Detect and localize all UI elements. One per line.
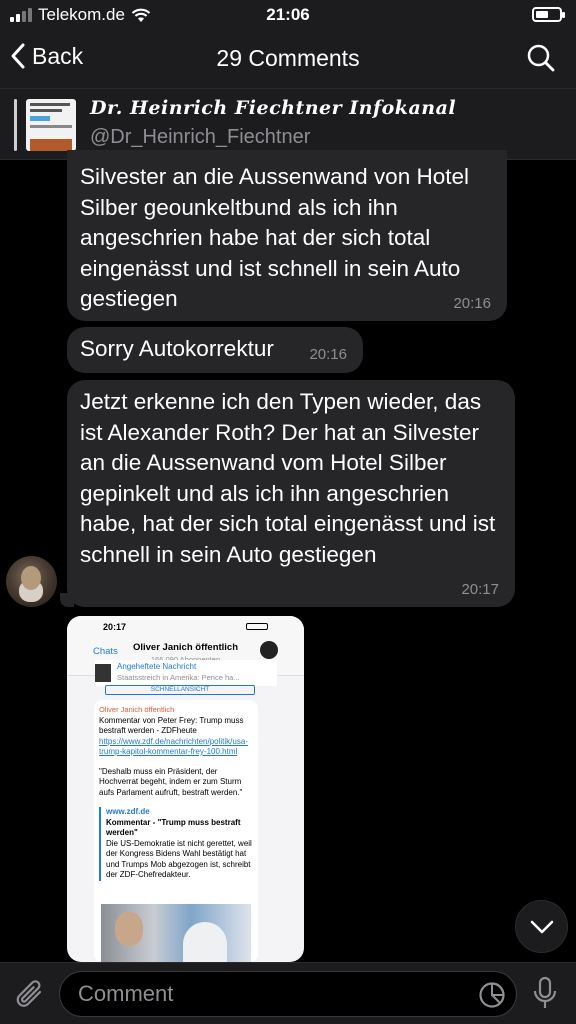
battery-icon bbox=[532, 7, 565, 22]
screenshot-button: SCHNELLANSICHT bbox=[105, 685, 255, 695]
microphone-icon bbox=[533, 976, 557, 1008]
screenshot-message: Oliver Janich öffentlich Kommentar von P… bbox=[94, 700, 258, 962]
screenshot-body: Kommentar von Peter Frey: Trump muss bes… bbox=[99, 715, 244, 736]
message-text: Jetzt erkenne ich den Typen wieder, das … bbox=[80, 389, 496, 567]
accent-bar bbox=[14, 99, 17, 151]
attach-button[interactable] bbox=[14, 977, 46, 1016]
paperclip-icon bbox=[16, 980, 42, 1007]
preview-image bbox=[101, 904, 251, 962]
status-bar: Telekom.de 21:06 bbox=[0, 0, 576, 30]
pinned-thumbnail bbox=[95, 664, 111, 682]
status-time: 21:06 bbox=[266, 5, 310, 24]
message-time: 20:16 bbox=[309, 346, 347, 363]
message-bubble[interactable]: Silvester an die Aussenwand von Hotel Si… bbox=[67, 150, 507, 321]
image-message[interactable]: 20:17 Chats Oliver Janich öffentlich 166… bbox=[67, 616, 304, 962]
channel-name: Dr. Heinrich Fiechtner Infokanal bbox=[90, 97, 457, 119]
avatar[interactable] bbox=[6, 556, 57, 607]
pinned-title: Angeheftete Nachricht bbox=[117, 662, 197, 671]
message-text: Silvester an die Aussenwand von Hotel Si… bbox=[80, 164, 469, 311]
bubble-tail bbox=[60, 593, 74, 607]
search-icon bbox=[527, 44, 555, 72]
page-title: 29 Comments bbox=[216, 45, 360, 71]
message-bubble[interactable]: Sorry Autokorrektur 20:16 bbox=[67, 327, 363, 373]
link-preview: www.zdf.de Kommentar - "Trump muss bestr… bbox=[99, 807, 253, 881]
schedule-button[interactable] bbox=[478, 981, 506, 1014]
scroll-down-button[interactable] bbox=[515, 900, 568, 953]
message-time: 20:17 bbox=[461, 581, 499, 598]
message-text: Sorry Autokorrektur bbox=[80, 336, 274, 361]
preview-site: www.zdf.de bbox=[106, 807, 150, 816]
screenshot-author: Oliver Janich öffentlich bbox=[99, 705, 175, 714]
screenshot-status-bar: 20:17 bbox=[67, 616, 304, 638]
avatar bbox=[260, 641, 278, 659]
preview-title: Kommentar - "Trump muss bestraft werden" bbox=[106, 817, 241, 838]
schedule-icon bbox=[479, 982, 505, 1008]
input-bar bbox=[0, 962, 576, 1024]
channel-handle: @Dr_Heinrich_Fiechtner bbox=[90, 126, 311, 148]
screenshot-quote-text: "Deshalb muss ein Präsident, der Hochver… bbox=[99, 766, 243, 797]
pinned-text: Staatsstreich in Amerika: Pence ha... bbox=[117, 673, 240, 682]
comment-input[interactable] bbox=[78, 980, 458, 1008]
microphone-button[interactable] bbox=[532, 976, 558, 1017]
screenshot-pinned: Angeheftete Nachricht Staatsstreich in A… bbox=[95, 660, 277, 686]
channel-thumbnail bbox=[26, 99, 76, 151]
battery-icon bbox=[246, 623, 268, 630]
search-button[interactable] bbox=[526, 43, 556, 78]
screenshot-link: https://www.zdf.de/nachrichten/politik/u… bbox=[99, 736, 248, 757]
screenshot-time: 20:17 bbox=[103, 622, 127, 632]
message-time: 20:16 bbox=[453, 295, 491, 312]
preview-description: Die US-Demokratie ist nicht gerettet, we… bbox=[106, 838, 252, 880]
chevron-down-icon bbox=[530, 920, 554, 934]
message-bubble[interactable]: Jetzt erkenne ich den Typen wieder, das … bbox=[60, 380, 515, 607]
nav-bar: Back 29 Comments bbox=[0, 30, 576, 88]
comment-field[interactable] bbox=[59, 971, 517, 1017]
